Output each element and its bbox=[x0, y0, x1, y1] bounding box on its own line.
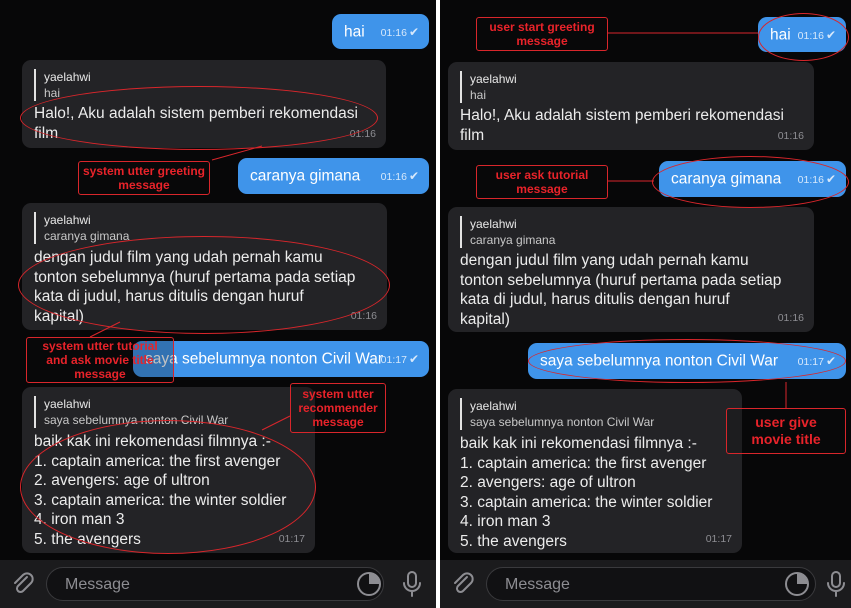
paperclip-icon[interactable] bbox=[8, 569, 38, 599]
chat-panel-left: hai 01:16 ✔ yaelahwi hai Halo!, Aku adala… bbox=[0, 0, 436, 608]
message-input-bar: Message bbox=[440, 560, 851, 608]
message-placeholder: Message bbox=[505, 576, 570, 593]
message-placeholder: Message bbox=[65, 576, 130, 593]
annotation-arrows bbox=[89, 145, 291, 431]
annotation-arrows bbox=[608, 32, 787, 408]
sticker-icon[interactable] bbox=[783, 570, 811, 598]
message-input[interactable]: Message bbox=[46, 567, 384, 601]
microphone-icon[interactable] bbox=[401, 569, 423, 599]
message-input-bar: Message bbox=[0, 560, 436, 608]
paperclip-icon[interactable] bbox=[448, 569, 478, 599]
chat-panel-right: hai 01:16 ✔ yaelahwi hai Halo!, Aku adala… bbox=[440, 0, 851, 608]
message-input[interactable]: Message bbox=[486, 567, 816, 601]
microphone-icon[interactable] bbox=[825, 569, 847, 599]
sticker-icon[interactable] bbox=[355, 570, 383, 598]
